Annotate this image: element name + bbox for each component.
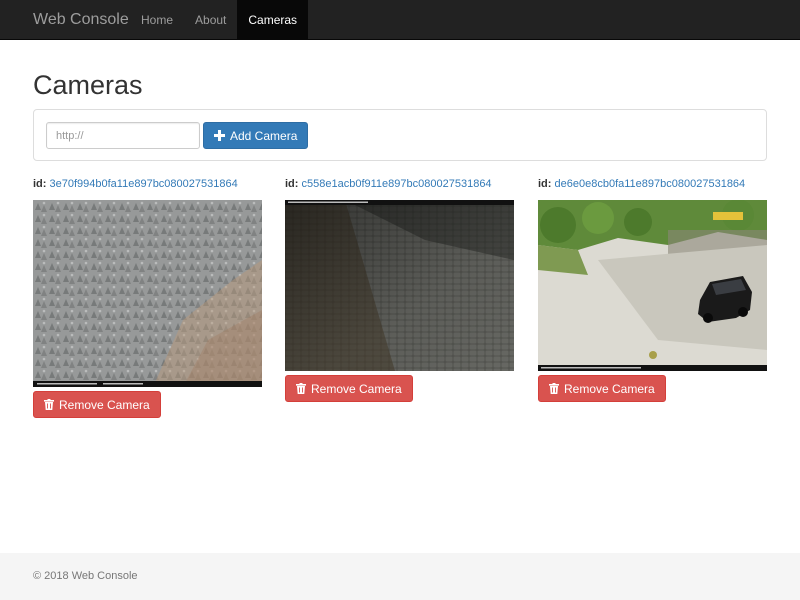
parking-lot-feed-thumbnail (538, 200, 767, 371)
nav-item-about: About (184, 0, 237, 39)
nav-link-home[interactable]: Home (130, 0, 184, 40)
footer-copyright: © 2018 Web Console (33, 570, 138, 582)
camera-card: id: de6e0e8cb0fa11e897bc080027531864 Rem… (538, 176, 768, 402)
nav-item-home: Home (130, 0, 184, 39)
camera-id-line: id: de6e0e8cb0fa11e897bc080027531864 (538, 176, 768, 192)
courtyard-feed-thumbnail (285, 200, 514, 371)
camera-feed-image (285, 200, 514, 371)
brand-link[interactable]: Web Console (0, 0, 130, 39)
camera-card: id: c558e1acb0f911e897bc080027531864 Rem… (285, 176, 515, 402)
camera-id-link[interactable]: c558e1acb0f911e897bc080027531864 (302, 178, 492, 190)
trash-icon (549, 383, 559, 394)
trash-icon (296, 383, 306, 394)
camera-id-label: id: (33, 178, 47, 190)
forest-feed-thumbnail (33, 200, 262, 387)
add-camera-label: Add Camera (230, 128, 298, 143)
page-title: Cameras (33, 70, 143, 100)
camera-feed-image (33, 200, 262, 387)
plus-icon (214, 130, 225, 141)
remove-camera-label: Remove Camera (59, 397, 150, 412)
nav-link-about[interactable]: About (184, 0, 237, 40)
camera-id-label: id: (285, 178, 299, 190)
camera-id-line: id: 3e70f994b0fa11e897bc080027531864 (33, 176, 263, 192)
nav-item-cameras: Cameras (237, 0, 309, 40)
page-footer: © 2018 Web Console (0, 553, 800, 600)
add-camera-form: Add Camera (33, 109, 767, 161)
camera-id-link[interactable]: 3e70f994b0fa11e897bc080027531864 (50, 178, 238, 190)
camera-card: id: 3e70f994b0fa11e897bc080027531864 Rem… (33, 176, 263, 418)
top-navbar: Web Console Home About Cameras (0, 0, 800, 40)
remove-camera-label: Remove Camera (564, 381, 655, 396)
trash-icon (44, 399, 54, 410)
camera-url-input[interactable] (46, 122, 200, 149)
camera-id-link[interactable]: de6e0e8cb0fa11e897bc080027531864 (555, 178, 746, 190)
nav-link-cameras[interactable]: Cameras (237, 0, 309, 40)
remove-camera-button[interactable]: Remove Camera (538, 375, 666, 402)
nav-menu: Home About Cameras (130, 0, 309, 40)
camera-feed-image (538, 200, 767, 371)
remove-camera-label: Remove Camera (311, 381, 402, 396)
remove-camera-button[interactable]: Remove Camera (33, 391, 161, 418)
add-camera-button[interactable]: Add Camera (203, 122, 309, 149)
camera-id-label: id: (538, 178, 552, 190)
remove-camera-button[interactable]: Remove Camera (285, 375, 413, 402)
camera-id-line: id: c558e1acb0f911e897bc080027531864 (285, 176, 515, 192)
